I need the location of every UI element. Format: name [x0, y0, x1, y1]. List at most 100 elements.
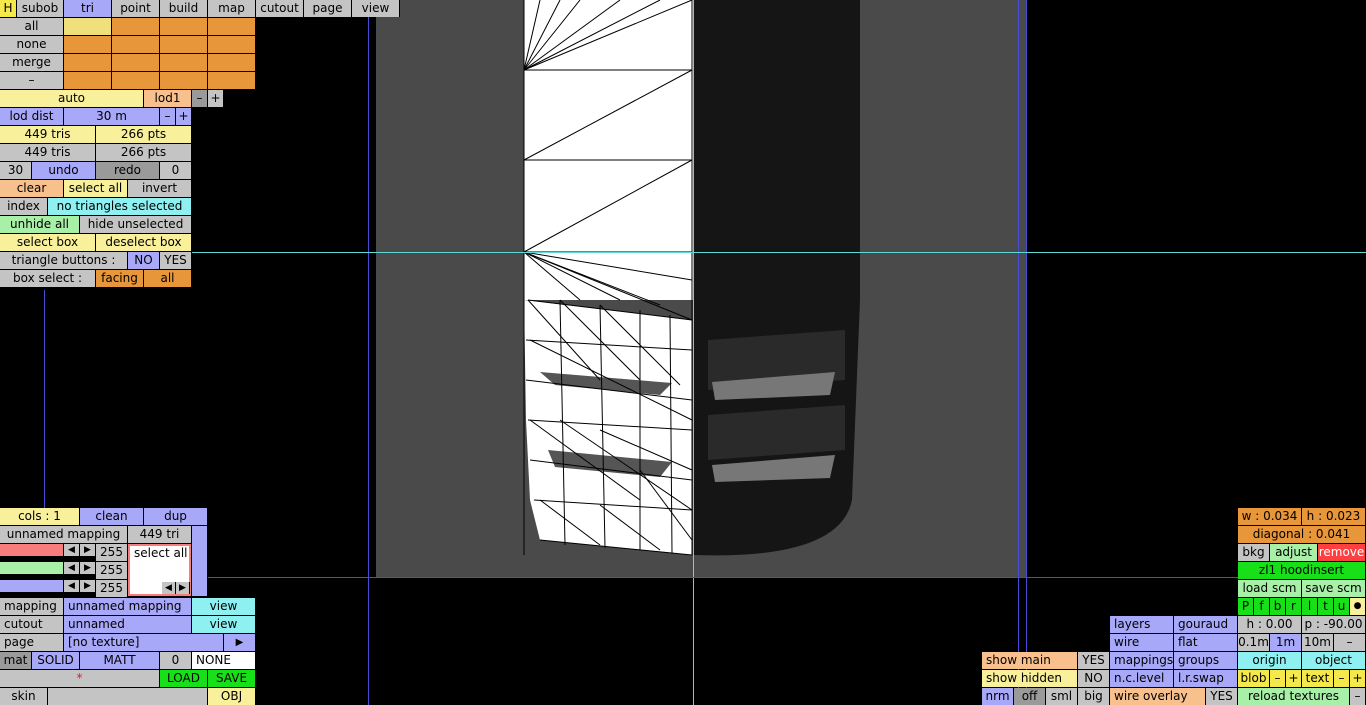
object-button[interactable]: object	[1302, 652, 1366, 669]
layers-button[interactable]: layers	[1110, 616, 1174, 633]
flag-l[interactable]: l	[1302, 598, 1318, 615]
green-swatch[interactable]	[0, 562, 64, 574]
lod1-button[interactable]: lod1	[144, 90, 192, 107]
sel-cell[interactable]	[112, 54, 160, 71]
sel-cell[interactable]	[64, 54, 112, 71]
list-right[interactable]: ▶	[176, 582, 190, 594]
step-minus[interactable]: –	[1334, 634, 1366, 651]
flag-dot-icon[interactable]: ●	[1350, 598, 1366, 615]
red-swatch[interactable]	[0, 544, 64, 556]
reload-minus[interactable]: –	[1350, 688, 1366, 705]
lod-dist-minus[interactable]: –	[160, 108, 176, 125]
reload-textures-button[interactable]: reload textures	[1238, 688, 1350, 705]
blue-swatch[interactable]	[0, 580, 64, 592]
sel-cell[interactable]	[208, 18, 256, 35]
invert-button[interactable]: invert	[128, 180, 192, 197]
subob-button[interactable]: subob	[17, 0, 64, 17]
flag-u[interactable]: u	[1334, 598, 1350, 615]
matt-button[interactable]: MATT	[80, 652, 160, 669]
mappings-button[interactable]: mappings	[1110, 652, 1174, 669]
sel-cell[interactable]	[160, 72, 208, 89]
mapping-name[interactable]: unnamed mapping	[0, 526, 128, 543]
sel-cell[interactable]	[64, 18, 112, 35]
mat-none-field[interactable]: NONE	[192, 652, 256, 669]
skin-field[interactable]	[48, 688, 208, 705]
lod-plus-button[interactable]: +	[208, 90, 224, 107]
hide-unselected-button[interactable]: hide unselected	[80, 216, 192, 233]
groups-button[interactable]: groups	[1174, 652, 1238, 669]
flag-t[interactable]: t	[1318, 598, 1334, 615]
green-right[interactable]: ▶	[80, 562, 96, 574]
flat-button[interactable]: flat	[1174, 634, 1238, 651]
tri-buttons-yes[interactable]: YES	[160, 252, 192, 269]
step-10m[interactable]: 10m	[1302, 634, 1334, 651]
sel-cell[interactable]	[160, 36, 208, 53]
text-minus[interactable]: –	[1334, 670, 1350, 687]
deselect-box-button[interactable]: deselect box	[96, 234, 192, 251]
step-01m[interactable]: 0.1m	[1238, 634, 1270, 651]
cutout-view-button[interactable]: view	[192, 616, 256, 633]
select-all-button[interactable]: select all	[64, 180, 128, 197]
red-left[interactable]: ◀	[64, 544, 80, 556]
show-main-toggle[interactable]: YES	[1078, 652, 1110, 669]
adjust-button[interactable]: adjust	[1270, 544, 1318, 561]
step-1m[interactable]: 1m	[1270, 634, 1302, 651]
point-tab[interactable]: point	[112, 0, 160, 17]
cutout-tab[interactable]: cutout	[256, 0, 304, 17]
auto-button[interactable]: auto	[0, 90, 144, 107]
save-scm-button[interactable]: save scm	[1302, 580, 1366, 597]
mapping-view-button[interactable]: view	[192, 598, 256, 615]
flag-f[interactable]: f	[1254, 598, 1270, 615]
load-button[interactable]: LOAD	[160, 670, 208, 687]
cutout-field[interactable]: unnamed	[64, 616, 192, 633]
mapping-list-item[interactable]: select all	[134, 546, 188, 560]
page-tab[interactable]: page	[304, 0, 352, 17]
box-select-all[interactable]: all	[144, 270, 192, 287]
page-arrow-icon[interactable]: ▶	[224, 634, 256, 651]
sel-cell[interactable]	[64, 72, 112, 89]
unhide-all-button[interactable]: unhide all	[0, 216, 80, 233]
blob-plus[interactable]: +	[1286, 670, 1302, 687]
off-button[interactable]: off	[1014, 688, 1046, 705]
lod-dist-plus[interactable]: +	[176, 108, 192, 125]
clean-button[interactable]: clean	[80, 508, 144, 525]
green-left[interactable]: ◀	[64, 562, 80, 574]
select-box-button[interactable]: select box	[0, 234, 96, 251]
show-hidden-toggle[interactable]: NO	[1078, 670, 1110, 687]
build-tab[interactable]: build	[160, 0, 208, 17]
bkg-button[interactable]: bkg	[1238, 544, 1270, 561]
big-button[interactable]: big	[1078, 688, 1110, 705]
sel-cell[interactable]	[208, 72, 256, 89]
sel-cell[interactable]	[112, 72, 160, 89]
cols-button[interactable]: cols : 1	[0, 508, 80, 525]
sel-all-button[interactable]: all	[0, 18, 64, 35]
blue-right[interactable]: ▶	[80, 580, 96, 592]
sel-cell[interactable]	[112, 36, 160, 53]
sel-cell[interactable]	[64, 36, 112, 53]
box-select-facing[interactable]: facing	[96, 270, 144, 287]
redo-button[interactable]: redo	[96, 162, 160, 179]
origin-button[interactable]: origin	[1238, 652, 1302, 669]
lr-swap-button[interactable]: l.r.swap	[1174, 670, 1238, 687]
wire-overlay-toggle[interactable]: YES	[1206, 688, 1238, 705]
mapping-scrollbar[interactable]	[192, 526, 208, 596]
wire-button[interactable]: wire	[1110, 634, 1174, 651]
dup-button[interactable]: dup	[144, 508, 208, 525]
nrm-button[interactable]: nrm	[982, 688, 1014, 705]
list-left[interactable]: ◀	[162, 582, 176, 594]
nc-level-button[interactable]: n.c.level	[1110, 670, 1174, 687]
sel-minus-button[interactable]: –	[0, 72, 64, 89]
blue-left[interactable]: ◀	[64, 580, 80, 592]
flag-p[interactable]: P	[1238, 598, 1254, 615]
merge-button[interactable]: merge	[0, 54, 64, 71]
solid-button[interactable]: SOLID	[32, 652, 80, 669]
obj-button[interactable]: OBJ	[208, 688, 256, 705]
sel-cell[interactable]	[208, 36, 256, 53]
flag-b[interactable]: b	[1270, 598, 1286, 615]
lod-dist-value[interactable]: 30 m	[64, 108, 160, 125]
h-button[interactable]: H	[0, 0, 17, 17]
object-name[interactable]: zl1 hoodinsert	[1238, 562, 1366, 579]
tri-buttons-no[interactable]: NO	[128, 252, 160, 269]
sel-none-button[interactable]: none	[0, 36, 64, 53]
sel-cell[interactable]	[160, 18, 208, 35]
